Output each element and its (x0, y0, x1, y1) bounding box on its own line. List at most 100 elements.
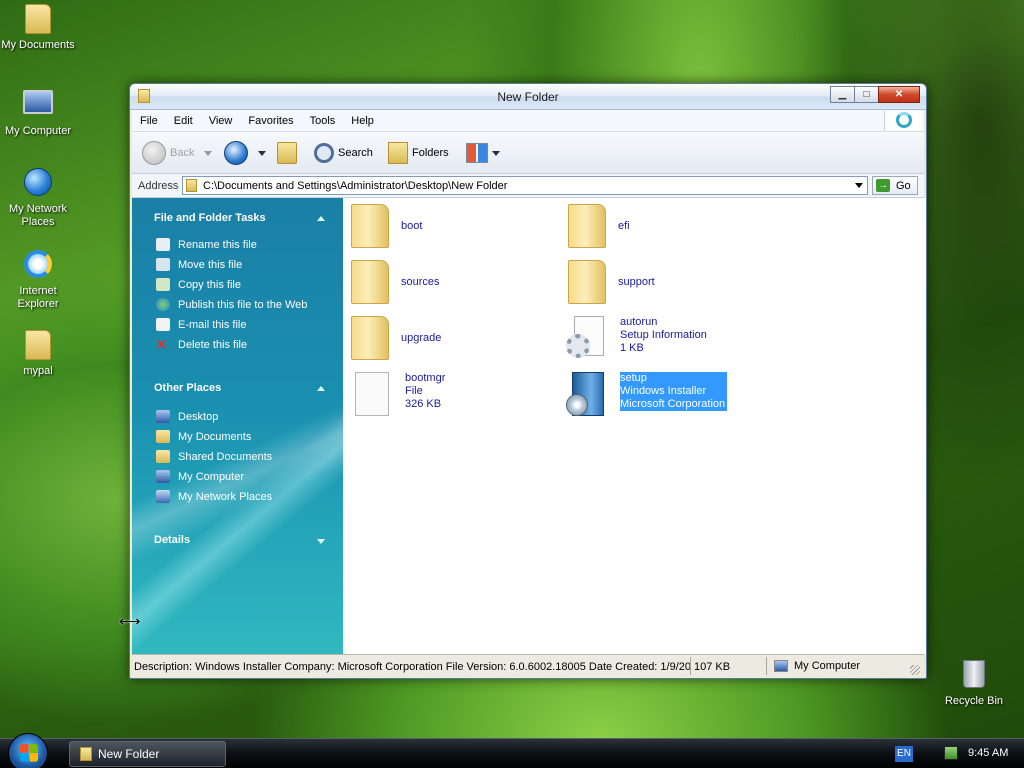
views-button[interactable] (466, 140, 500, 166)
menu-favorites[interactable]: Favorites (240, 115, 301, 127)
task-rename[interactable]: Rename this file (156, 238, 257, 251)
task-label: Copy this file (178, 278, 241, 291)
file-name: efi (618, 220, 630, 232)
status-description: Description: Windows Installer Company: … (134, 661, 690, 673)
computer-icon (774, 660, 788, 672)
file-folder-tasks-header[interactable]: File and Folder Tasks (154, 212, 266, 224)
place-desktop[interactable]: Desktop (156, 410, 218, 423)
file-size: 326 KB (405, 398, 442, 410)
desktop-icon-label: My Computer (4, 125, 72, 137)
search-label: Search (338, 147, 373, 159)
task-publish[interactable]: Publish this file to the Web (156, 298, 307, 311)
resize-grip-icon[interactable] (910, 665, 920, 675)
place-my-network-places[interactable]: My Network Places (156, 490, 272, 503)
desktop-icon-internet-explorer[interactable]: Internet Explorer (0, 248, 76, 311)
place-my-computer[interactable]: My Computer (156, 470, 244, 483)
window-controls: ▁ □ ✕ (830, 86, 920, 103)
close-button[interactable]: ✕ (878, 86, 920, 103)
status-location: My Computer (774, 660, 860, 672)
go-button[interactable]: → Go (872, 176, 918, 195)
folder-icon (351, 260, 389, 304)
menu-bar: File Edit View Favorites Tools Help (132, 110, 924, 132)
file-item-support[interactable]: support (568, 260, 655, 304)
menu-view[interactable]: View (201, 115, 241, 127)
task-pane: File and Folder Tasks Rename this file M… (132, 198, 343, 654)
file-item-setup[interactable]: setup Windows Installer Microsoft Corpor… (566, 372, 728, 418)
start-button[interactable] (8, 733, 48, 768)
taskbar-item-new-folder[interactable]: New Folder (69, 741, 226, 767)
task-delete[interactable]: ✕ Delete this file (156, 338, 247, 351)
shared-documents-icon (156, 450, 170, 463)
menu-edit[interactable]: Edit (166, 115, 201, 127)
task-label: Rename this file (178, 238, 257, 251)
file-item-boot[interactable]: boot (351, 204, 422, 248)
minimize-button[interactable]: ▁ (830, 86, 855, 103)
language-indicator[interactable]: EN (895, 746, 913, 762)
file-text: bootmgr File 326 KB (405, 372, 445, 411)
desktop-icon-my-network-places[interactable]: My Network Places (0, 166, 76, 229)
network-icon (156, 490, 170, 503)
details-header[interactable]: Details (154, 534, 190, 546)
maximize-button[interactable]: □ (854, 86, 879, 103)
file-icon (355, 372, 389, 416)
file-item-bootmgr[interactable]: bootmgr File 326 KB (353, 372, 445, 416)
forward-arrow-icon (224, 141, 248, 165)
desktop-icon-label: My Network Places (8, 203, 68, 228)
menu-tools[interactable]: Tools (302, 115, 344, 127)
internet-explorer-icon (22, 250, 54, 282)
menu-file[interactable]: File (132, 115, 166, 127)
file-item-upgrade[interactable]: upgrade (351, 316, 441, 360)
up-folder-button[interactable] (277, 140, 297, 166)
file-item-autorun[interactable]: autorun Setup Information 1 KB (566, 316, 707, 360)
explorer-window: New Folder ▁ □ ✕ File Edit View Favorite… (129, 83, 927, 679)
search-button[interactable]: Search (314, 140, 373, 166)
back-label: Back (170, 147, 195, 159)
menu-help[interactable]: Help (343, 115, 382, 127)
task-label: E-mail this file (178, 318, 247, 331)
collapse-chevron-icon[interactable] (317, 216, 325, 221)
expand-chevron-icon[interactable] (317, 539, 325, 544)
address-dropdown-icon[interactable] (855, 183, 863, 188)
desktop-icon (156, 410, 170, 423)
other-places-header[interactable]: Other Places (154, 382, 221, 394)
folders-button[interactable]: Folders (388, 140, 449, 166)
back-history-dropdown-icon[interactable] (204, 150, 213, 156)
email-icon (156, 318, 170, 331)
go-label: Go (896, 179, 911, 192)
folder-icon (186, 179, 197, 192)
task-email[interactable]: E-mail this file (156, 318, 246, 331)
folder-icon (568, 204, 606, 248)
task-move[interactable]: Move this file (156, 258, 242, 271)
file-type: Windows Installer (620, 385, 707, 397)
forward-history-dropdown-icon[interactable] (258, 150, 266, 156)
desktop-icon-label: mypal (23, 365, 53, 377)
clock[interactable]: 9:45 AM (968, 747, 1008, 759)
file-item-efi[interactable]: efi (568, 204, 630, 248)
windows-installer-icon (566, 372, 606, 418)
desktop-icon-my-documents[interactable]: My Documents (0, 4, 76, 52)
windows-logo-icon (884, 111, 922, 131)
address-input[interactable]: C:\Documents and Settings\Administrator\… (182, 176, 868, 195)
file-view[interactable]: boot efi sources support upgrade autorun… (343, 198, 926, 654)
folder-icon (568, 260, 606, 304)
task-label: Delete this file (178, 338, 248, 351)
task-copy[interactable]: Copy this file (156, 278, 241, 291)
title-bar[interactable]: New Folder ▁ □ ✕ (130, 84, 926, 110)
status-divider (690, 657, 691, 675)
place-my-documents[interactable]: My Documents (156, 430, 251, 443)
place-shared-documents[interactable]: Shared Documents (156, 450, 272, 463)
delete-icon: ✕ (156, 337, 167, 352)
network-tray-icon[interactable] (944, 746, 958, 760)
collapse-chevron-icon[interactable] (317, 386, 325, 391)
file-item-sources[interactable]: sources (351, 260, 440, 304)
desktop-icon-recycle-bin[interactable]: Recycle Bin (936, 658, 1012, 708)
desktop-icon-mypal[interactable]: mypal (0, 330, 76, 378)
task-label: Move this file (178, 258, 243, 271)
folder-icon (80, 747, 92, 761)
file-name: bootmgr (405, 372, 446, 384)
back-button[interactable]: Back (142, 140, 213, 166)
file-type: Setup Information (620, 329, 707, 341)
address-bar: Address C:\Documents and Settings\Admini… (132, 174, 924, 198)
forward-button[interactable] (224, 140, 266, 166)
desktop-icon-my-computer[interactable]: My Computer (0, 86, 76, 138)
